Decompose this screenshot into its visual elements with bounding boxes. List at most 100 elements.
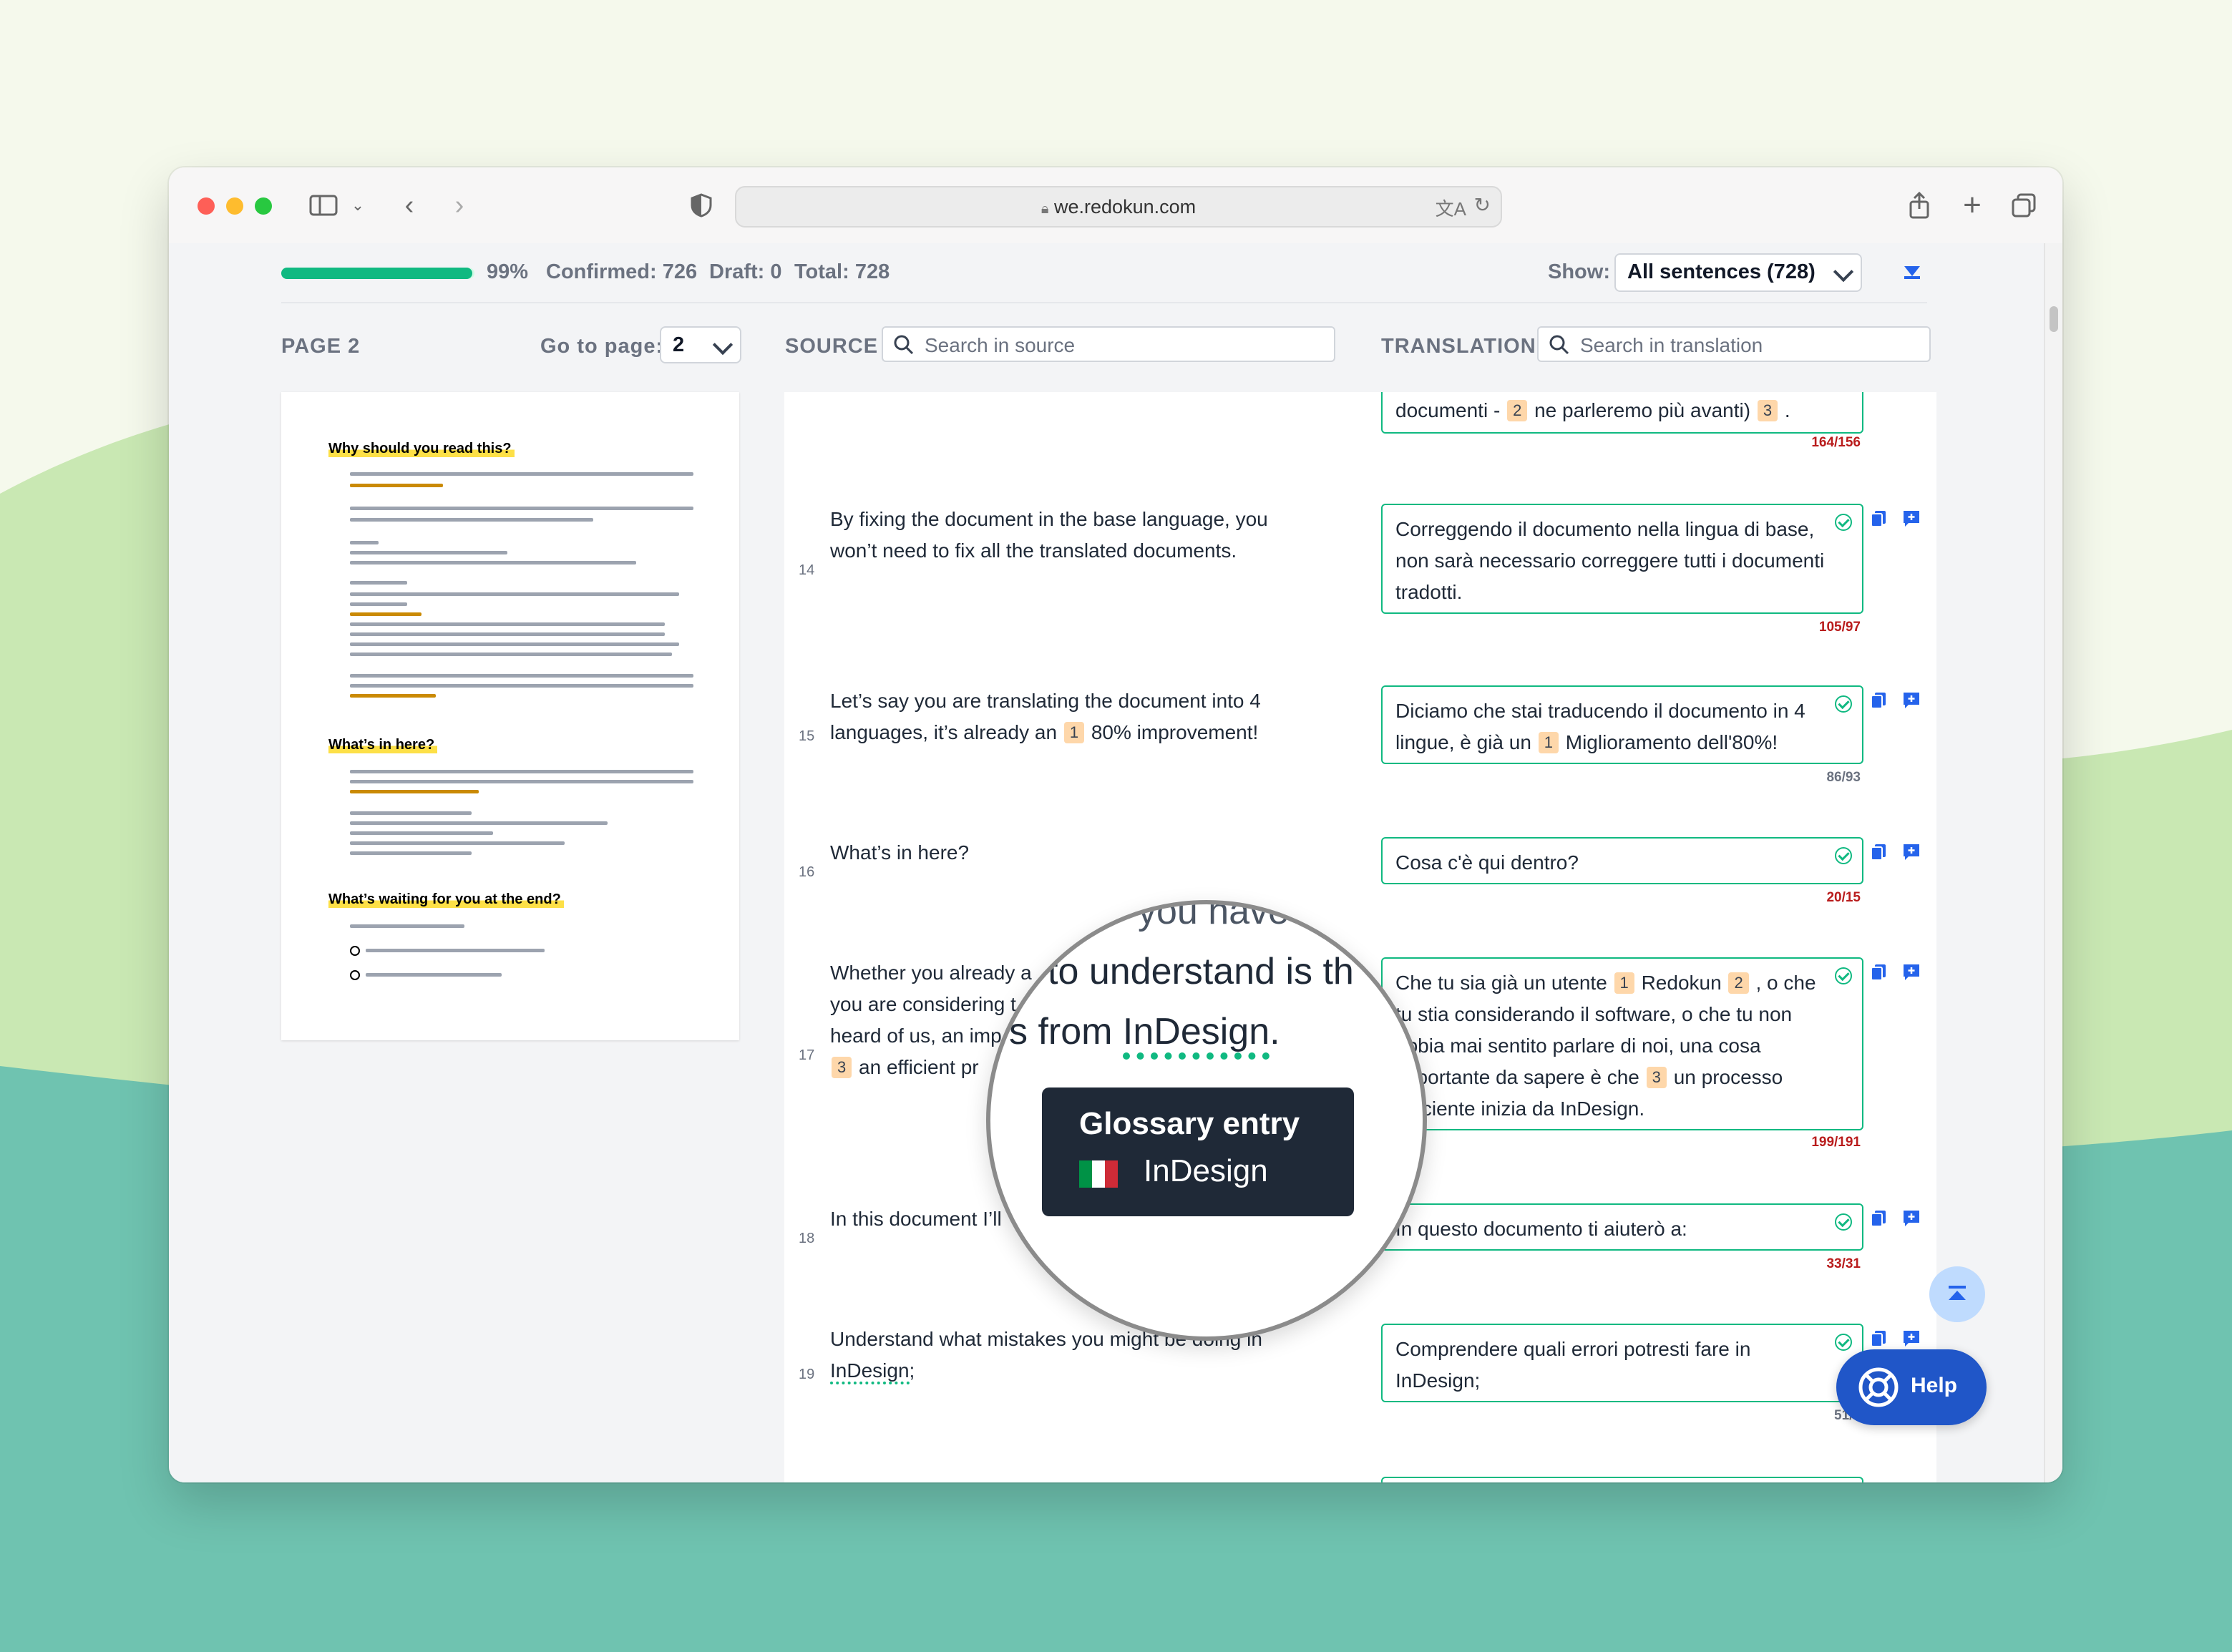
character-count: 86/93 [1826, 770, 1861, 785]
lens-text-line: you have [1138, 900, 1290, 932]
copy-source-icon[interactable] [1869, 1329, 1888, 1348]
translation-search-input[interactable]: Search in translation [1537, 326, 1931, 362]
sentence-row[interactable] [784, 1452, 1936, 1482]
sentence-row[interactable]: 16 What’s in here? Cosa c'è qui dentro? … [784, 814, 1936, 937]
glossary-term[interactable]: InDesign [1122, 1011, 1270, 1060]
sentence-number: 19 [799, 1367, 815, 1382]
translation-text: Diciamo che stai traducendo il documento… [1395, 700, 1805, 753]
shield-icon[interactable] [687, 187, 716, 223]
filter-label: Show: [1548, 260, 1610, 283]
chevron-down-icon[interactable]: ⌄ [349, 187, 366, 223]
sentence-filter-value: All sentences (728) [1627, 260, 1816, 283]
sentence-row[interactable]: 14 By fixing the document in the base la… [784, 481, 1936, 665]
translation-box[interactable]: documenti - 2 ne parleremo più avanti) 3… [1381, 392, 1863, 434]
tag-marker: 2 [1728, 972, 1749, 994]
character-count: 199/191 [1811, 1135, 1861, 1150]
character-count: 105/97 [1818, 620, 1861, 635]
sentence-row[interactable]: documenti - 2 ne parleremo più avanti) 3… [784, 392, 1936, 484]
tag-marker: 3 [1646, 1067, 1667, 1088]
copy-source-icon[interactable] [1869, 843, 1888, 861]
confirmed-count: Confirmed: 726 [546, 260, 698, 283]
tag-marker: 2 [1507, 400, 1528, 421]
thumbnail-heading-3: What’s waiting for you at the end? [328, 891, 564, 908]
translation-box[interactable]: Correggendo il documento nella lingua di… [1381, 504, 1863, 614]
translation-column-label: TRANSLATION [1381, 335, 1536, 358]
translation-box[interactable]: In questo documento ti aiuterò a: [1381, 1203, 1863, 1251]
translation-box[interactable] [1381, 1477, 1863, 1482]
progress-bar [281, 268, 474, 279]
goto-page-select[interactable]: 2 [660, 326, 741, 363]
sentence-row[interactable]: 15 Let’s say you are translating the doc… [784, 663, 1936, 817]
translation-text: Che tu sia già un utente 1 Redokun 2 , o… [1395, 972, 1816, 1120]
translation-box[interactable]: Cosa c'è qui dentro? [1381, 837, 1863, 884]
magnifier-lens: you have to understand is th s from InDe… [986, 900, 1427, 1341]
scrollbar[interactable] [2044, 243, 2062, 1482]
add-comment-icon[interactable] [1902, 963, 1921, 982]
sentence-list: documenti - 2 ne parleremo più avanti) 3… [784, 392, 1936, 1482]
sentence-number: 18 [799, 1231, 815, 1246]
translation-text: In questo documento ti aiuterò a: [1395, 1218, 1687, 1240]
thumbnail-heading-2: What’s in here? [328, 737, 438, 753]
add-comment-icon[interactable] [1902, 1209, 1921, 1228]
translation-box[interactable]: Che tu sia già un utente 1 Redokun 2 , o… [1381, 957, 1863, 1130]
copy-source-icon[interactable] [1869, 1209, 1888, 1228]
source-text: By fixing the document in the base langu… [830, 508, 1268, 562]
chevron-down-icon [712, 334, 734, 356]
search-icon [1549, 335, 1569, 355]
help-button[interactable]: Help [1836, 1349, 1987, 1425]
glossary-tooltip-title: Glossary entry [1079, 1106, 1300, 1141]
new-tab-icon[interactable]: + [1958, 187, 1987, 223]
reload-icon[interactable]: ↻ [1474, 193, 1491, 217]
page-thumbnail[interactable]: Why should you read this? What’s in here… [281, 392, 739, 1040]
confirmed-check-icon[interactable] [1835, 967, 1852, 984]
arrow-up-icon [1949, 1286, 1966, 1300]
forward-icon[interactable]: › [445, 187, 474, 223]
tabs-overview-icon[interactable] [2009, 187, 2038, 223]
copy-source-icon[interactable] [1869, 963, 1888, 982]
confirmed-check-icon[interactable] [1835, 514, 1852, 531]
lens-text-line: to understand is th [1048, 951, 1354, 992]
confirmed-check-icon[interactable] [1835, 695, 1852, 713]
zoom-window-button[interactable] [255, 197, 272, 215]
total-count: Total: 728 [794, 260, 890, 283]
collapse-icon[interactable] [1902, 260, 1922, 280]
translation-box[interactable]: Comprendere quali errori potresti fare i… [1381, 1324, 1863, 1402]
translate-icon[interactable]: 文A [1436, 195, 1466, 221]
scroll-to-top-button[interactable] [1929, 1266, 1985, 1322]
translation-text: Cosa c'è qui dentro? [1395, 851, 1579, 874]
confirmed-check-icon[interactable] [1835, 847, 1852, 864]
confirmed-check-icon[interactable] [1835, 1213, 1852, 1231]
add-comment-icon[interactable] [1902, 509, 1921, 528]
close-window-button[interactable] [198, 197, 215, 215]
thumbnail-heading-1: Why should you read this? [328, 441, 515, 457]
tag-marker: 3 [832, 1057, 852, 1078]
translation-text: documenti - 2 ne parleremo più avanti) 3… [1395, 399, 1790, 421]
confirmed-check-icon[interactable] [1835, 1334, 1852, 1351]
character-count: 51/5 [1834, 1408, 1861, 1423]
scrollbar-thumb[interactable] [2050, 306, 2058, 332]
add-comment-icon[interactable] [1902, 691, 1921, 710]
progress-percent: 99% [487, 260, 529, 283]
minimize-window-button[interactable] [226, 197, 243, 215]
glossary-tooltip: Glossary entry InDesign [1042, 1088, 1354, 1216]
source-text: What’s in here? [830, 841, 970, 864]
back-icon[interactable]: ‹ [395, 187, 424, 223]
sentence-filter-select[interactable]: All sentences (728) [1614, 253, 1862, 292]
glossary-tooltip-term: InDesign [1144, 1153, 1268, 1188]
lifebuoy-icon [1858, 1367, 1899, 1407]
source-search-input[interactable]: Search in source [882, 326, 1335, 362]
chevron-down-icon [1833, 261, 1854, 283]
sentence-row[interactable]: 19 Understand what mistakes you might be… [784, 1301, 1936, 1455]
share-icon[interactable] [1905, 187, 1934, 223]
address-bar[interactable]: 🔒︎ we.redokun.com 文A ↻ [735, 186, 1502, 228]
copy-source-icon[interactable] [1869, 509, 1888, 528]
add-comment-icon[interactable] [1902, 1329, 1921, 1348]
translation-box[interactable]: Diciamo che stai traducendo il documento… [1381, 685, 1863, 764]
source-text: Let’s say you are translating the docume… [830, 690, 1261, 743]
sidebar-toggle-icon[interactable] [308, 187, 339, 223]
tag-marker: 3 [1757, 400, 1778, 421]
header-divider [281, 302, 1927, 303]
add-comment-icon[interactable] [1902, 843, 1921, 861]
glossary-term[interactable]: InDesign [830, 1359, 910, 1384]
copy-source-icon[interactable] [1869, 691, 1888, 710]
